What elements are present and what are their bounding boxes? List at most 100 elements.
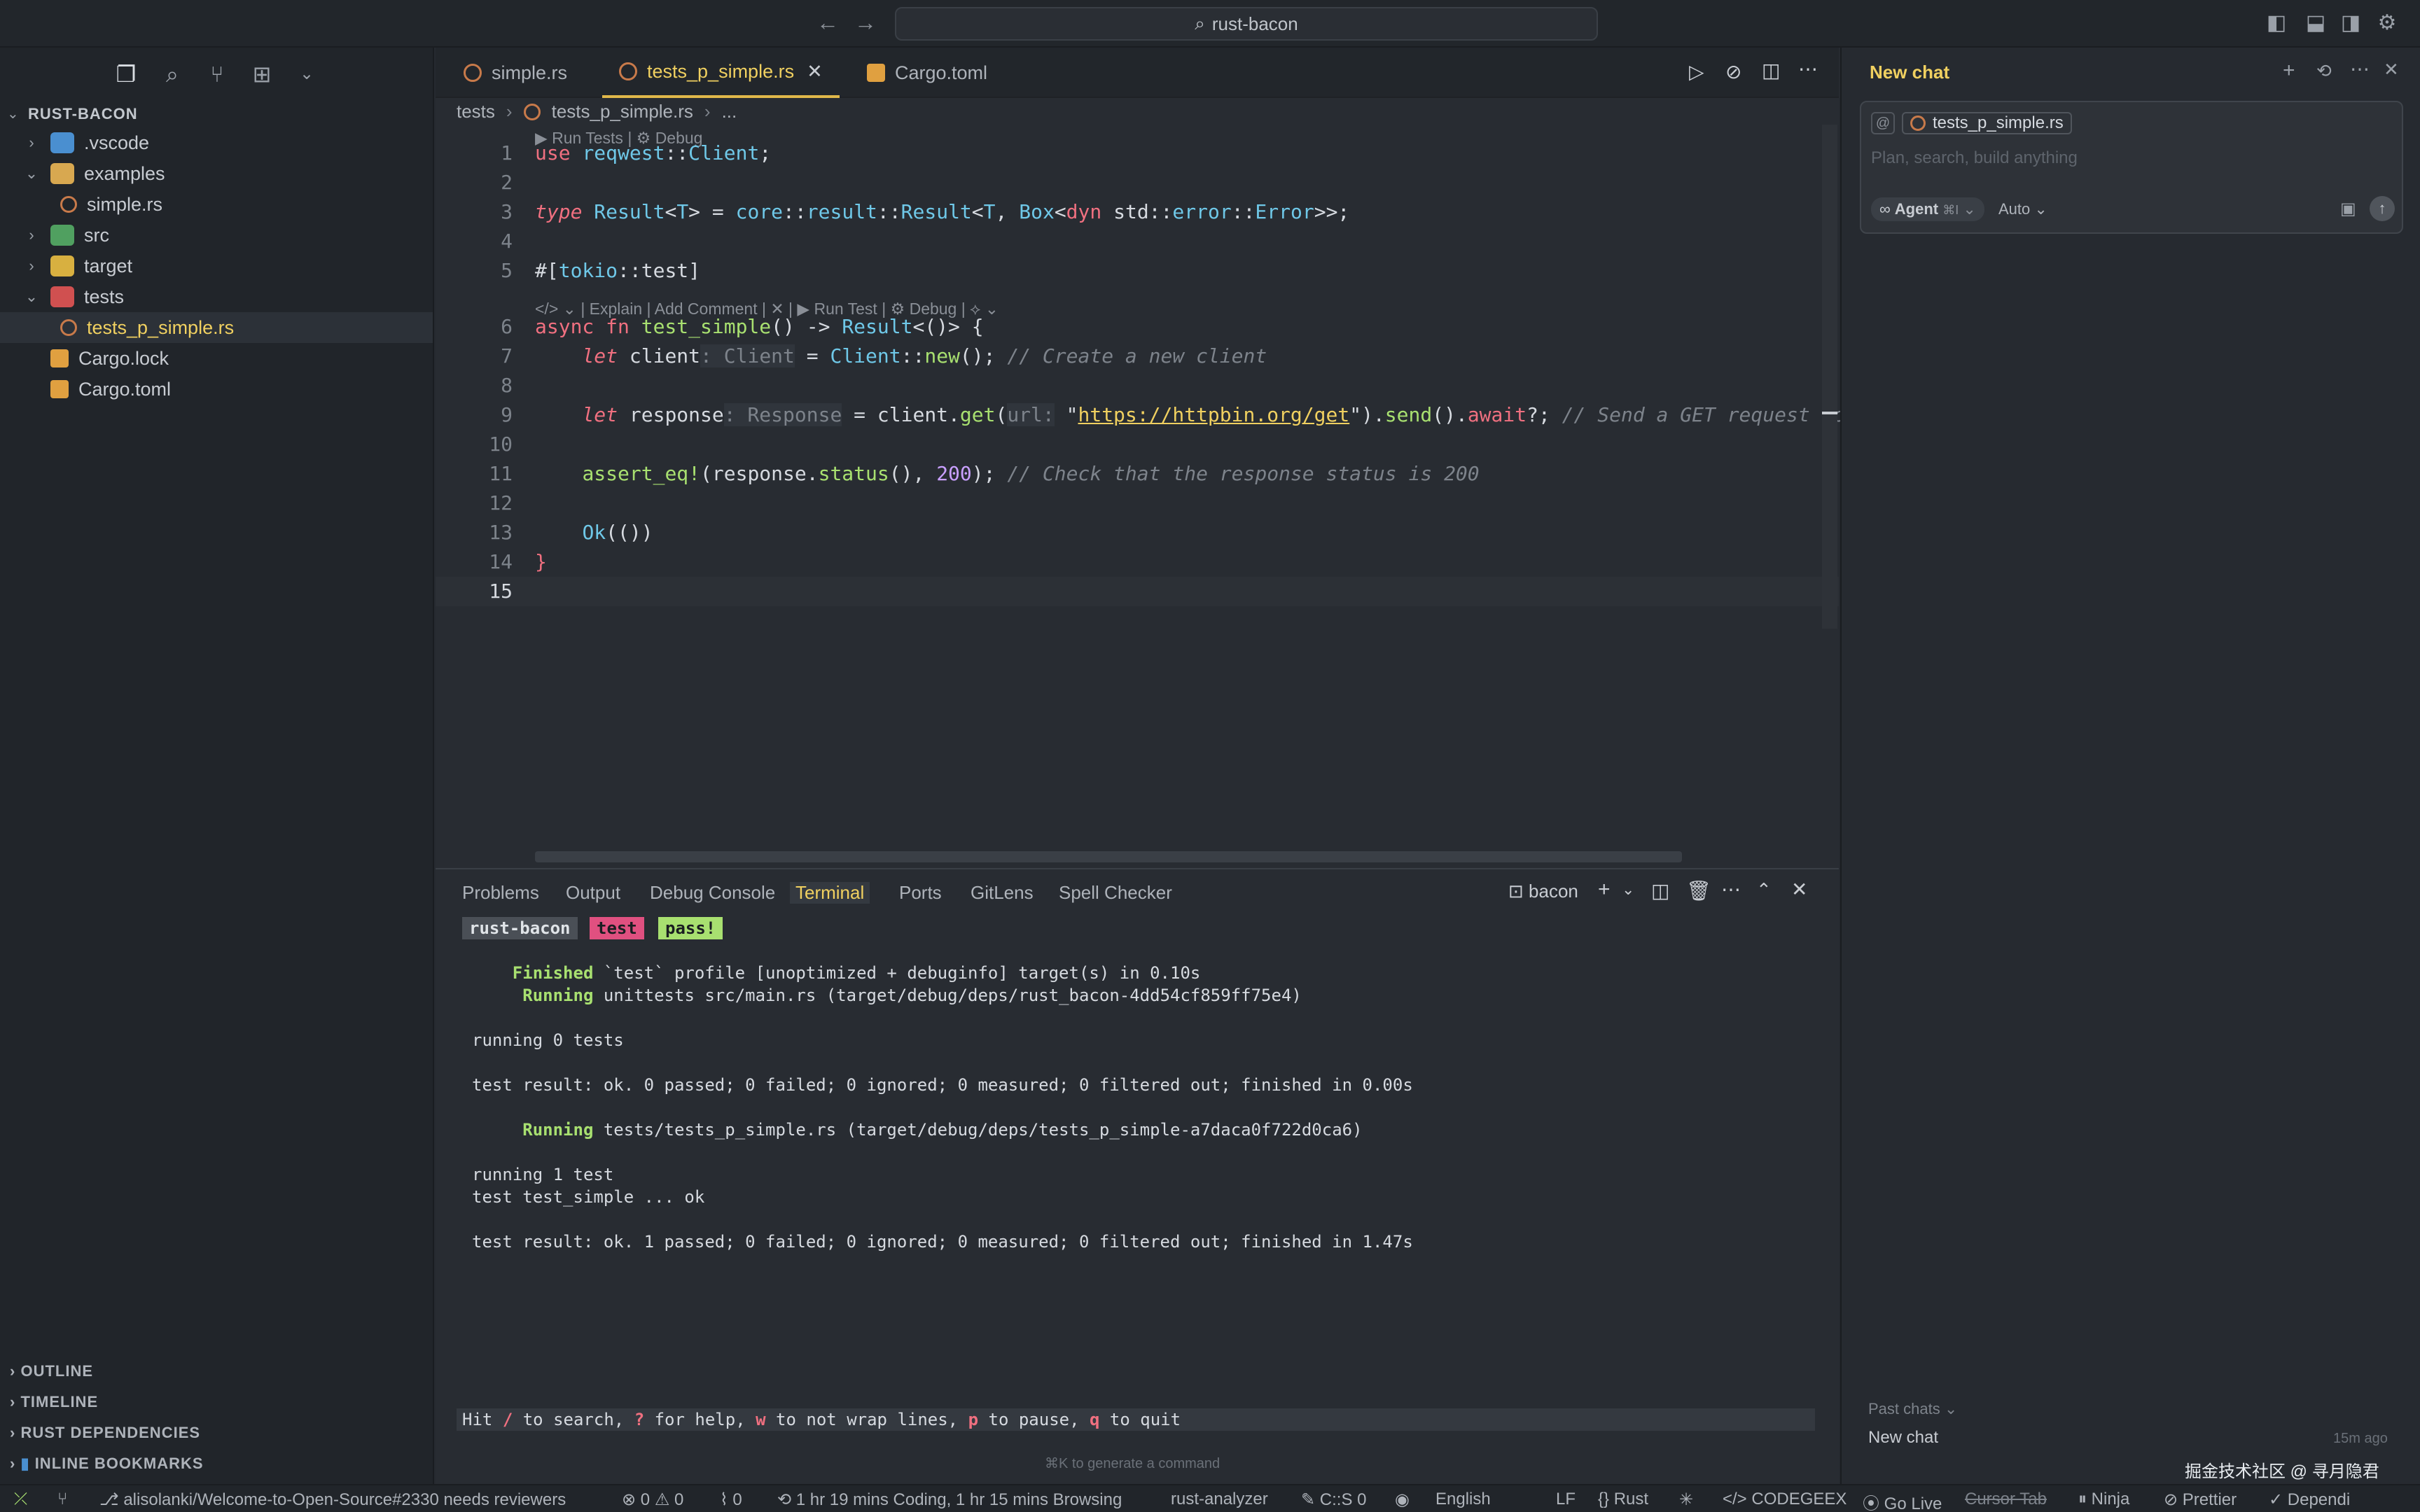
tab-cargo-toml[interactable]: Cargo.toml: [850, 48, 1004, 98]
source-control-icon[interactable]: ⑂: [203, 60, 231, 88]
status-cs[interactable]: ✎ C::S 0: [1301, 1490, 1366, 1510]
tree-item-cargo-lock[interactable]: Cargo.lock: [0, 343, 433, 374]
tree-item-vscode[interactable]: › .vscode: [0, 127, 433, 158]
code-line[interactable]: 9 let response: Response = client.get(ur…: [436, 400, 1845, 430]
tree-item-src[interactable]: › src: [0, 220, 433, 251]
gear-icon[interactable]: ⚙: [2375, 11, 2399, 35]
tree-item-target[interactable]: › target: [0, 251, 433, 281]
status-branch[interactable]: ⎇ alisolanki/Welcome-to-Open-Source#2330…: [99, 1490, 566, 1510]
code-line[interactable]: 10: [436, 430, 1839, 459]
past-chats-label[interactable]: Past chats ⌄: [1868, 1400, 1957, 1418]
status-prettier[interactable]: ⊘ Prettier: [2164, 1490, 2237, 1510]
status-ports[interactable]: ⌇ 0: [720, 1490, 742, 1510]
files-icon[interactable]: ❐: [112, 60, 140, 88]
breadcrumb-symbol[interactable]: ...: [722, 101, 737, 122]
agent-mode-dropdown[interactable]: ∞ Agent ⌘I ⌄: [1871, 197, 1984, 221]
split-editor-icon[interactable]: ◫: [1762, 59, 1780, 82]
chat-composer[interactable]: @ tests_p_simple.rs Plan, search, build …: [1860, 101, 2403, 234]
chat-input-placeholder[interactable]: Plan, search, build anything: [1871, 148, 2078, 168]
tab-tests-p-simple-rs[interactable]: tests_p_simple.rs ✕: [602, 48, 840, 98]
horizontal-scrollbar[interactable]: [535, 851, 1682, 862]
broadcast-icon[interactable]: ◉: [1395, 1490, 1410, 1510]
timeline-section[interactable]: › TIMELINE: [10, 1393, 98, 1411]
tab-gitlens[interactable]: GitLens: [971, 882, 1034, 904]
remote-icon[interactable]: ⤫: [14, 1490, 27, 1509]
vertical-scrollbar[interactable]: [1822, 125, 1837, 629]
status-problems[interactable]: ⊗ 0 ⚠ 0: [622, 1490, 683, 1510]
run-icon[interactable]: ▷: [1689, 60, 1704, 83]
inline-bookmarks-section[interactable]: › ▮ INLINE BOOKMARKS: [10, 1455, 204, 1473]
tree-item-simple-rs[interactable]: simple.rs: [0, 189, 433, 220]
sparkle-icon[interactable]: ✳: [1679, 1490, 1693, 1510]
status-ninja[interactable]: ⏸ Ninja: [2078, 1490, 2129, 1509]
status-time-tracking[interactable]: ⟲ 1 hr 19 mins Coding, 1 hr 15 mins Brow…: [777, 1490, 1122, 1510]
chevron-down-icon[interactable]: ⌄: [293, 60, 321, 88]
close-icon[interactable]: ✕: [1791, 878, 1807, 901]
status-input-language[interactable]: English: [1435, 1490, 1491, 1509]
code-line[interactable]: 11 assert_eq!(response.status(), 200); /…: [436, 459, 1839, 489]
send-arrow-icon[interactable]: ↑: [2370, 196, 2395, 221]
generate-command-hint[interactable]: ⌘K to generate a command: [1045, 1455, 1220, 1472]
forward-arrow-icon[interactable]: →: [854, 10, 877, 36]
code-line[interactable]: 12: [436, 489, 1839, 518]
code-line[interactable]: 13 Ok(()): [436, 518, 1839, 547]
status-dependi[interactable]: ✓ Dependi: [2269, 1490, 2350, 1510]
more-icon[interactable]: ⋯: [1721, 878, 1741, 901]
more-icon[interactable]: ⋯: [1798, 57, 1818, 80]
code-line-current[interactable]: 15: [436, 577, 1839, 606]
code-line[interactable]: 4: [436, 227, 1839, 256]
status-codegeex[interactable]: </> CODEGEEX: [1723, 1490, 1847, 1509]
toggle-primary-sidebar-icon[interactable]: ◧: [2265, 11, 2288, 35]
tab-spell-checker[interactable]: Spell Checker: [1059, 882, 1172, 904]
back-arrow-icon[interactable]: ←: [816, 10, 839, 36]
chevron-up-icon[interactable]: ⌃: [1756, 879, 1772, 901]
split-terminal-icon[interactable]: ◫: [1651, 879, 1669, 902]
breadcrumb-folder[interactable]: tests: [457, 101, 495, 122]
tree-item-tests[interactable]: ⌄ tests: [0, 281, 433, 312]
breadcrumb-file[interactable]: tests_p_simple.rs: [552, 101, 693, 122]
rust-dependencies-section[interactable]: › RUST DEPENDENCIES: [10, 1424, 200, 1442]
past-chat-item[interactable]: New chat: [1868, 1428, 1938, 1448]
new-chat-icon[interactable]: +: [2283, 59, 2295, 83]
history-icon[interactable]: ⟲: [2316, 60, 2332, 82]
extensions-icon[interactable]: ⊞: [248, 60, 276, 88]
close-icon[interactable]: ✕: [2384, 59, 2399, 80]
trash-icon[interactable]: 🗑: [1686, 879, 1711, 902]
code-line[interactable]: 6 async fn test_simple() -> Result<()> {: [436, 312, 1839, 342]
tab-debug-console[interactable]: Debug Console: [650, 882, 775, 904]
tab-ports[interactable]: Ports: [899, 882, 942, 904]
code-line[interactable]: 1 use reqwest::Client;: [436, 139, 1839, 168]
status-rust-analyzer[interactable]: rust-analyzer: [1171, 1490, 1268, 1509]
chat-title[interactable]: New chat: [1870, 62, 1949, 83]
search-icon[interactable]: ⌕: [158, 60, 186, 88]
code-line[interactable]: 3 type Result<T> = core::result::Result<T…: [436, 197, 1839, 227]
eye-off-icon[interactable]: ⊘: [1725, 60, 1741, 83]
toggle-secondary-sidebar-icon[interactable]: ◨: [2339, 11, 2363, 35]
tree-item-cargo-toml[interactable]: Cargo.toml: [0, 374, 433, 405]
chevron-down-icon[interactable]: ⌄: [1622, 881, 1634, 899]
code-line[interactable]: 7 let client: Client = Client::new(); //…: [436, 342, 1839, 371]
toggle-panel-icon[interactable]: ⬓: [2304, 11, 2328, 35]
tab-problems[interactable]: Problems: [462, 882, 539, 904]
tab-output[interactable]: Output: [566, 882, 620, 904]
model-dropdown[interactable]: Auto ⌄: [1998, 197, 2047, 221]
status-go-live[interactable]: ⦿ Go Live: [1863, 1490, 1942, 1512]
tree-item-examples[interactable]: ⌄ examples: [0, 158, 433, 189]
fork-icon[interactable]: ⑂: [57, 1490, 67, 1509]
context-file-chip[interactable]: tests_p_simple.rs: [1902, 112, 2072, 134]
status-eol[interactable]: LF: [1556, 1490, 1576, 1509]
close-icon[interactable]: ✕: [807, 61, 823, 83]
more-icon[interactable]: ⋯: [2350, 57, 2370, 80]
code-line[interactable]: 14}: [436, 547, 1839, 577]
command-center-search[interactable]: ⌕ rust-bacon: [895, 7, 1598, 41]
code-line[interactable]: 2: [436, 168, 1839, 197]
tab-simple-rs[interactable]: simple.rs: [447, 48, 584, 98]
code-line[interactable]: 8: [436, 371, 1839, 400]
tab-terminal[interactable]: Terminal: [790, 882, 870, 904]
code-line[interactable]: 5 #[tokio::test]: [436, 256, 1839, 286]
mention-icon[interactable]: @: [1871, 112, 1895, 134]
image-icon[interactable]: ▣: [2340, 199, 2356, 219]
status-cursor-tab[interactable]: Cursor Tab: [1965, 1490, 2047, 1509]
terminal-selector[interactable]: ⊡ bacon: [1508, 881, 1578, 902]
tree-item-tests-p-simple-rs[interactable]: tests_p_simple.rs: [0, 312, 433, 343]
